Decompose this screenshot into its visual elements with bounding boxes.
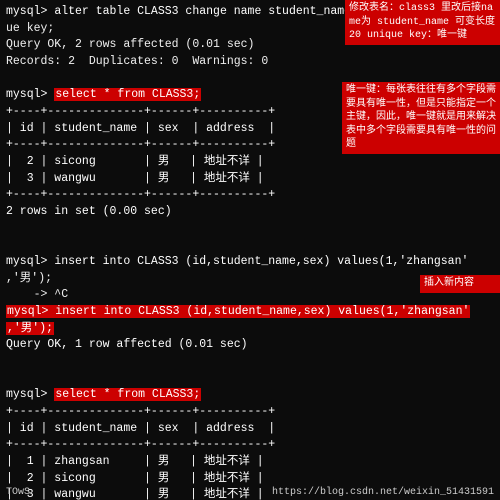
annotation-2: 唯一键：每张表往往有多个字段需要具有唯一性，但是只能指定一个主键，因此，唯一键就… xyxy=(342,82,500,154)
line-25: +----+--------------+------+----------+ xyxy=(6,404,494,421)
line-23 xyxy=(6,371,494,388)
prompt-1: mysql> xyxy=(6,5,54,18)
prompt-24: mysql> xyxy=(6,388,54,401)
line-26: | id | student_name | sex | address | xyxy=(6,421,494,438)
prompt-16: mysql> xyxy=(6,255,54,268)
line-24: mysql> select * from CLASS3; xyxy=(6,387,494,404)
line-22 xyxy=(6,354,494,371)
footer-url: https://blog.csdn.net/weixin_51431591 xyxy=(272,487,494,498)
cmd-16: insert into CLASS3 (id,student_name,sex)… xyxy=(54,255,468,268)
line-20: ,'男'); xyxy=(6,321,494,338)
cmd-20: ,'男'); xyxy=(6,322,54,335)
line-13: 2 rows in set (0.00 sec) xyxy=(6,204,494,221)
cmd-6: select * from CLASS3; xyxy=(54,88,201,101)
annotation-3: 插入新内容 xyxy=(420,275,500,293)
line-28: | 1 | zhangsan | 男 | 地址不详 | xyxy=(6,454,494,471)
annotation-1: 修改表名：class3 里改后接name为 student_name 可变长度 … xyxy=(345,0,500,45)
line-29: | 2 | sicong | 男 | 地址不详 | xyxy=(6,471,494,488)
line-10: | 2 | sicong | 男 | 地址不详 | xyxy=(6,154,494,171)
line-16: mysql> insert into CLASS3 (id,student_na… xyxy=(6,254,494,271)
line-12: +----+--------------+------+----------+ xyxy=(6,187,494,204)
line-14 xyxy=(6,221,494,238)
prompt-6: mysql> xyxy=(6,88,54,101)
line-15 xyxy=(6,237,494,254)
line-27: +----+--------------+------+----------+ xyxy=(6,437,494,454)
terminal: mysql> alter table CLASS3 change name st… xyxy=(0,0,500,500)
line-11: | 3 | wangwu | 男 | 地址不详 | xyxy=(6,171,494,188)
cmd-19: mysql> insert into CLASS3 (id,student_na… xyxy=(6,305,470,318)
cmd-24: select * from CLASS3; xyxy=(54,388,201,401)
line-4: Records: 2 Duplicates: 0 Warnings: 0 xyxy=(6,54,494,71)
footer-label: TOwS xyxy=(6,487,30,498)
line-19: mysql> insert into CLASS3 (id,student_na… xyxy=(6,304,494,321)
line-21: Query OK, 1 row affected (0.01 sec) xyxy=(6,337,494,354)
